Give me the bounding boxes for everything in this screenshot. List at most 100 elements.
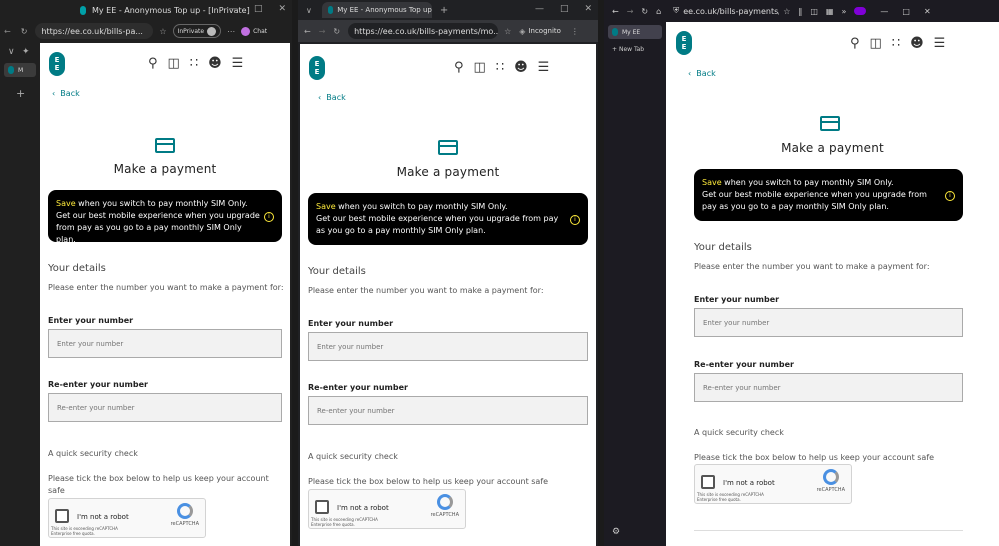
info-icon[interactable]: i bbox=[570, 215, 580, 225]
basket-icon[interactable]: ◫ bbox=[474, 60, 486, 75]
back-link[interactable]: ‹ Back bbox=[318, 93, 346, 102]
basket-icon[interactable]: ◫ bbox=[870, 36, 882, 51]
library-icon[interactable]: ‖ bbox=[798, 7, 802, 16]
search-icon[interactable]: ⚲ bbox=[454, 60, 464, 75]
tab-favicon-icon bbox=[8, 66, 14, 74]
security-heading: A quick security check bbox=[694, 428, 784, 437]
minimize-icon[interactable]: — bbox=[535, 4, 544, 14]
shield-icon[interactable]: ⛨ bbox=[673, 6, 679, 16]
number-input[interactable] bbox=[308, 332, 588, 361]
minimize-icon[interactable]: — bbox=[229, 4, 238, 14]
tab-favicon-icon bbox=[80, 5, 86, 15]
edge-titlebar: My EE - Anonymous Top up - [InPrivate] —… bbox=[0, 0, 292, 20]
close-icon[interactable]: ✕ bbox=[924, 7, 931, 16]
page-title: Make a payment bbox=[396, 165, 500, 179]
details-heading: Your details bbox=[694, 242, 752, 253]
firefox-vertical-tabs: My EE + New Tab ⚙ bbox=[604, 22, 666, 546]
recaptcha-checkbox[interactable] bbox=[55, 509, 69, 523]
info-icon[interactable]: i bbox=[945, 191, 955, 201]
new-tab-icon[interactable]: + bbox=[16, 87, 25, 100]
back-link[interactable]: ‹ Back bbox=[688, 69, 716, 78]
incognito-icon: ◈ bbox=[519, 26, 526, 36]
renumber-input[interactable] bbox=[694, 373, 963, 402]
account-icon[interactable]: ☻ bbox=[208, 56, 222, 71]
address-bar[interactable]: https://ee.co.uk/bills-pa... bbox=[35, 23, 154, 39]
apps-grid-icon[interactable]: ∷ bbox=[496, 60, 504, 75]
back-arrow-icon[interactable]: ← bbox=[4, 27, 11, 36]
menu-icon[interactable]: ☰ bbox=[538, 60, 550, 75]
refresh-icon[interactable]: ↻ bbox=[333, 27, 340, 36]
maximize-icon[interactable]: □ bbox=[560, 4, 569, 14]
renumber-input[interactable] bbox=[308, 396, 588, 425]
menu-icon[interactable]: ☰ bbox=[232, 56, 244, 71]
number-label: Enter your number bbox=[694, 295, 780, 304]
number-label: Enter your number bbox=[308, 319, 394, 328]
close-icon[interactable]: ✕ bbox=[584, 4, 592, 14]
chrome-menu-icon[interactable]: ⋮ bbox=[571, 27, 579, 36]
close-icon[interactable]: ✕ bbox=[278, 4, 286, 14]
account-icon[interactable]: ☻ bbox=[514, 60, 528, 75]
promo-banner: Save when you switch to pay monthly SIM … bbox=[694, 169, 963, 221]
details-subtext: Please enter the number you want to make… bbox=[308, 286, 544, 295]
renumber-label: Re-enter your number bbox=[48, 380, 148, 389]
pin-icon[interactable]: ✦ bbox=[22, 47, 30, 57]
collapse-icon[interactable]: ∨ bbox=[8, 47, 15, 57]
page-content: EE ⚲ ◫ ∷ ☻ ☰ ‹ Back Make a payment Save … bbox=[666, 22, 999, 546]
copilot-icon[interactable] bbox=[241, 26, 251, 36]
settings-gear-icon[interactable]: ⚙ bbox=[612, 527, 620, 537]
ee-logo[interactable]: EE bbox=[676, 31, 692, 55]
forward-arrow-icon[interactable]: → bbox=[319, 27, 326, 36]
sidebar-toggle-icon[interactable]: ◫ bbox=[810, 7, 818, 16]
renumber-input[interactable] bbox=[48, 393, 282, 422]
info-icon[interactable]: i bbox=[264, 212, 274, 222]
recaptcha-checkbox[interactable] bbox=[701, 475, 715, 489]
overflow-icon[interactable]: » bbox=[841, 7, 846, 16]
refresh-icon[interactable]: ↻ bbox=[641, 7, 648, 16]
card-icon bbox=[155, 138, 175, 153]
search-icon[interactable]: ⚲ bbox=[850, 36, 860, 51]
back-arrow-icon[interactable]: ← bbox=[304, 27, 311, 36]
forward-arrow-icon[interactable]: → bbox=[627, 7, 634, 16]
chrome-tab[interactable]: My EE - Anonymous Top up bbox=[321, 2, 432, 18]
chat-label[interactable]: Chat bbox=[253, 28, 267, 35]
back-arrow-icon[interactable]: ← bbox=[612, 7, 619, 16]
minimize-icon[interactable]: — bbox=[880, 7, 888, 16]
new-tab-button[interactable]: + New Tab bbox=[612, 46, 644, 53]
page-title: Make a payment bbox=[781, 141, 884, 155]
bookmark-star-icon[interactable]: ☆ bbox=[504, 27, 511, 36]
avatar bbox=[207, 26, 217, 36]
edge-address-row: ← ↻ https://ee.co.uk/bills-pa... ☆ InPri… bbox=[0, 20, 292, 42]
back-link[interactable]: ‹ Back bbox=[52, 89, 80, 98]
favorites-icon[interactable]: ☆ bbox=[159, 27, 166, 36]
basket-icon[interactable]: ◫ bbox=[168, 56, 180, 71]
tab-search-icon[interactable]: ∨ bbox=[306, 6, 312, 15]
ee-logo[interactable]: EE bbox=[309, 56, 325, 80]
screenshot-icon[interactable]: ▦ bbox=[826, 7, 834, 16]
page-content: EE ⚲ ◫ ∷ ☻ ☰ ‹ Back Make a payment Save … bbox=[40, 43, 290, 546]
home-icon[interactable]: ⌂ bbox=[656, 7, 661, 16]
number-input[interactable] bbox=[694, 308, 963, 337]
new-tab-icon[interactable]: + bbox=[440, 5, 448, 16]
inprivate-badge[interactable]: InPrivate bbox=[172, 24, 222, 38]
address-bar[interactable]: ee.co.uk/bills-payments/mob bbox=[683, 7, 779, 16]
address-bar[interactable]: https://ee.co.uk/bills-payments/mo... bbox=[348, 23, 499, 39]
search-icon[interactable]: ⚲ bbox=[148, 56, 158, 71]
chrome-address-row: ← → ↻ https://ee.co.uk/bills-payments/mo… bbox=[298, 20, 598, 42]
tab-favicon-icon bbox=[327, 6, 334, 14]
apps-grid-icon[interactable]: ∷ bbox=[190, 56, 198, 71]
number-input[interactable] bbox=[48, 329, 282, 358]
edge-tab[interactable]: M bbox=[4, 63, 36, 77]
chrome-tab-title: My EE - Anonymous Top up bbox=[337, 6, 432, 14]
apps-grid-icon[interactable]: ∷ bbox=[892, 36, 900, 51]
maximize-icon[interactable]: □ bbox=[902, 7, 910, 16]
account-icon[interactable]: ☻ bbox=[910, 36, 924, 51]
refresh-icon[interactable]: ↻ bbox=[21, 27, 28, 36]
ee-logo[interactable]: EE bbox=[49, 52, 65, 76]
bookmark-star-icon[interactable]: ☆ bbox=[783, 7, 790, 16]
menu-icon[interactable]: ☰ bbox=[934, 36, 946, 51]
more-icon[interactable]: ⋯ bbox=[227, 27, 235, 36]
firefox-tab[interactable]: My EE bbox=[608, 25, 662, 39]
recaptcha-checkbox[interactable] bbox=[315, 500, 329, 514]
maximize-icon[interactable]: □ bbox=[254, 4, 263, 14]
incognito-label[interactable]: Incognito bbox=[528, 27, 560, 35]
